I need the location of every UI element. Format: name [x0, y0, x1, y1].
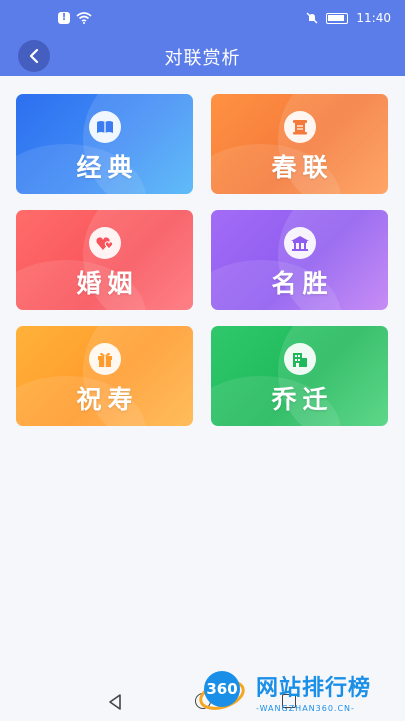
battery-icon [326, 12, 349, 24]
status-time: 11:40 [356, 11, 391, 25]
gift-icon [88, 343, 121, 375]
building-icon [283, 343, 316, 375]
watermark-badge: 360 [206, 680, 238, 698]
wifi-icon [76, 12, 92, 24]
alert-icon: ! [58, 12, 70, 24]
category-card-housewarming[interactable]: 乔迁 [211, 326, 388, 426]
category-card-birthday[interactable]: 祝寿 [16, 326, 193, 426]
watermark: 360 网站排行榜 -WANGZHAN360.CN- [196, 662, 405, 720]
book-icon [88, 111, 121, 143]
category-label: 祝寿 [76, 385, 139, 414]
status-left: ! [58, 12, 92, 24]
watermark-logo: 360 [196, 665, 248, 717]
page-title: 对联赏析 [164, 48, 241, 69]
watermark-title: 网站排行榜 [256, 675, 372, 701]
category-grid: 经典 春联 婚姻 名胜 祝寿 乔迁 [16, 94, 389, 426]
mute-bell-icon [306, 12, 318, 24]
hearts-icon [88, 227, 121, 259]
category-label: 名胜 [271, 269, 334, 298]
category-label: 乔迁 [271, 385, 334, 414]
category-label: 婚姻 [76, 269, 139, 298]
nav-bar: 对联赏析 [0, 36, 405, 76]
category-label: 经典 [76, 153, 139, 182]
watermark-text: 网站排行榜 -WANGZHAN360.CN- [256, 670, 371, 713]
status-bar: ! 11:40 [0, 0, 405, 36]
category-card-marriage[interactable]: 婚姻 [16, 210, 193, 310]
status-right: 11:40 [306, 11, 391, 25]
category-label: 春联 [271, 153, 334, 182]
watermark-subtitle: -WANGZHAN360.CN- [256, 703, 355, 713]
category-card-scenic-spots[interactable]: 名胜 [211, 210, 388, 310]
category-card-spring-couplets[interactable]: 春联 [211, 94, 388, 194]
nav-back-icon[interactable] [107, 693, 123, 711]
temple-icon [283, 227, 316, 259]
category-card-classic[interactable]: 经典 [16, 94, 193, 194]
scroll-icon [283, 111, 316, 143]
